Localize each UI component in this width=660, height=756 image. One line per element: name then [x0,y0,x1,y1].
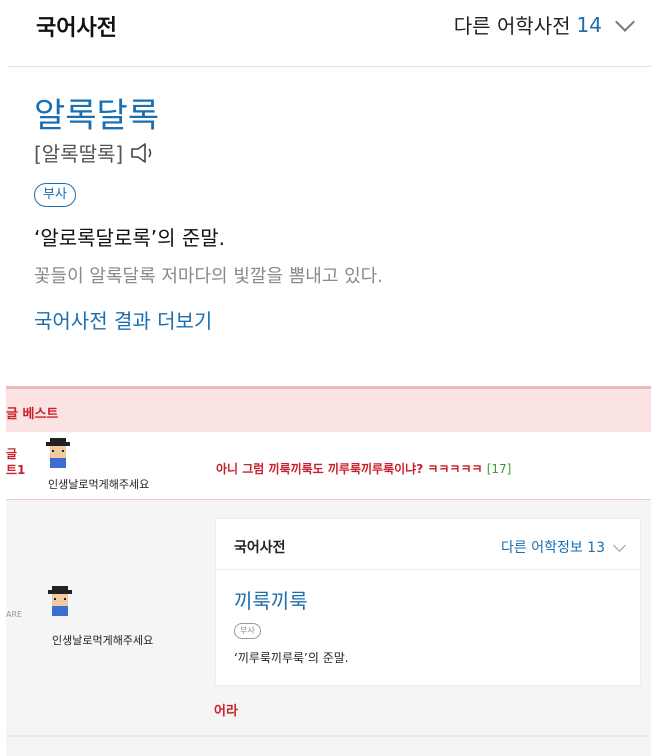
pronunciation: [알록딸록] [34,138,157,167]
speaker-icon[interactable] [129,141,157,165]
forum-screenshot: 글 베스트 글 트1 인생날로먹게해주세요 아니 그럼 끼룩끼룩도 끼루룩끼루룩이… [6,386,651,756]
best-posts-bar: 글 베스트 [6,386,651,432]
rank-label: 글 트1 [6,447,26,477]
embedded-other-info-button[interactable]: 다른 어학정보 13 [501,537,626,557]
other-dictionaries-count: 14 [576,12,602,37]
best-posts-label: 글 베스트 [6,407,59,422]
other-dictionaries-label: 다른 어학사전 [453,14,571,38]
example-sentence: 꽃들이 알록달록 저마다의 빛깔을 뽐내고 있다. [34,266,383,287]
embedded-pos-badge: 부사 [234,623,261,639]
headword-link[interactable]: 알록달록 [34,88,159,137]
definition-text: ‘알로록달로록’의 준말. [34,226,226,250]
pronunciation-text: [알록딸록] [34,142,124,166]
embedded-headword[interactable]: 끼룩끼룩 [234,585,308,614]
row-mark: ARE [6,610,23,619]
more-results-link[interactable]: 국어사전 결과 더보기 [34,305,212,334]
comment-body: 아니 그럼 끼룩끼룩도 끼루룩끼루룩이냐? ㅋㅋㅋㅋㅋ [216,462,487,476]
part-of-speech-badge: 부사 [34,183,76,207]
comment-text[interactable]: 아니 그럼 끼룩끼룩도 끼루룩끼루룩이냐? ㅋㅋㅋㅋㅋ [17] [216,460,511,477]
header-divider [8,66,652,67]
comment-username[interactable]: 인생날로먹게해주세요 [48,476,149,492]
pixel-avatar-icon [46,438,70,468]
comment-text-2[interactable]: 어라 [214,700,238,719]
embedded-other-info-label: 다른 어학정보 13 [501,540,605,556]
dictionary-title: 국어사전 [36,16,117,41]
embedded-definition: ‘끼루룩끼루룩’의 준말. [234,651,349,665]
embedded-dictionary-title: 국어사전 [234,540,286,556]
chevron-down-icon [615,11,635,32]
embedded-dictionary-card: 국어사전 다른 어학정보 13 끼룩끼룩 부사 ‘끼루룩끼루룩’의 준말. [215,518,641,686]
chevron-down-icon [613,538,626,552]
other-dictionaries-button[interactable]: 다른 어학사전 14 [453,10,635,39]
comment-row-2: ARE 인생날로먹게해주세요 국어사전 다른 어학정보 13 끼룩끼룩 부사 ‘… [6,500,651,756]
row-divider [6,735,651,737]
embedded-divider [216,569,640,570]
dictionary-header: 국어사전 다른 어학사전 14 [0,0,660,66]
reply-count: [17] [486,462,512,476]
comment-row: 글 트1 인생날로먹게해주세요 아니 그럼 끼룩끼룩도 끼루룩끼루룩이냐? ㅋㅋㅋ… [6,432,651,500]
comment-username-2[interactable]: 인생날로먹게해주세요 [52,632,153,648]
pixel-avatar-icon [48,586,72,616]
